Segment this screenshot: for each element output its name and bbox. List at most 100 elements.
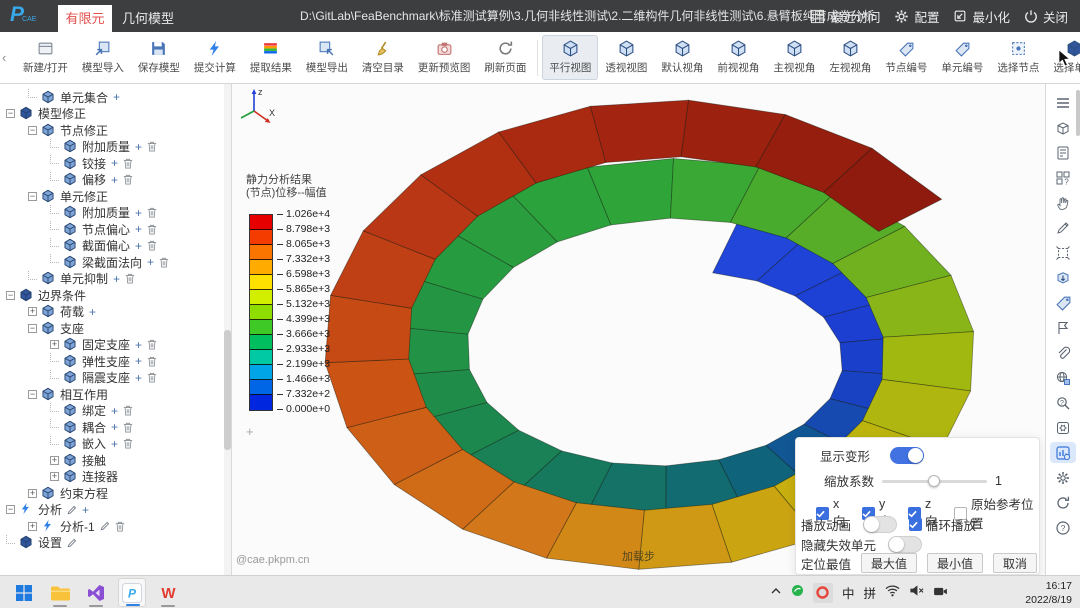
- collapse-box-icon[interactable]: −: [6, 505, 15, 515]
- titlebar-action-minimize[interactable]: 最小化: [953, 7, 1010, 26]
- min-value-button[interactable]: 最小值: [927, 553, 984, 573]
- tree-item-隔震支座[interactable]: 隔震支座 +: [0, 369, 231, 387]
- paperclip-icon[interactable]: [1050, 342, 1076, 363]
- add-icon[interactable]: +: [135, 206, 142, 220]
- titlebar-action-gear[interactable]: 配置: [894, 7, 939, 26]
- delete-icon[interactable]: [123, 405, 133, 416]
- tag-icon[interactable]: [1050, 292, 1076, 313]
- expand-box-icon[interactable]: +: [28, 488, 37, 498]
- taskbar-app-pcae[interactable]: P: [118, 578, 146, 607]
- tree-item-梁截面法向[interactable]: 梁截面法向 +: [0, 254, 231, 271]
- box-gear-icon[interactable]: [1050, 417, 1076, 438]
- titlebar-action-power[interactable]: 关闭: [1024, 7, 1068, 26]
- add-icon[interactable]: +: [135, 371, 142, 385]
- toolbar-button-model-export[interactable]: 模型导出: [299, 35, 355, 80]
- viewport-3d[interactable]: z X 静力分析结果 (节点)位移--幅值 1.026e+4 8.798e+3 8.…: [232, 84, 1045, 575]
- chevron-up-icon[interactable]: [770, 584, 782, 602]
- toolbar-button-bolt[interactable]: 提交计算: [187, 35, 243, 80]
- tree-item-节点修正[interactable]: − 节点修正: [0, 122, 231, 139]
- add-icon[interactable]: +: [135, 222, 142, 236]
- delete-icon[interactable]: [125, 273, 135, 284]
- play-animation-toggle[interactable]: [863, 516, 898, 533]
- titlebar-action-grid[interactable]: 最近访问: [810, 7, 880, 26]
- marquee-select-icon[interactable]: [1050, 242, 1076, 263]
- tree-item-边界条件[interactable]: − 边界条件: [0, 287, 231, 304]
- taskbar-app-file-explorer[interactable]: [46, 578, 74, 607]
- tab-fea[interactable]: 有限元: [58, 5, 112, 32]
- tree-item-偏移[interactable]: 偏移 +: [0, 171, 231, 189]
- add-icon[interactable]: +: [113, 272, 120, 286]
- browser-icon[interactable]: [812, 582, 833, 603]
- tree-item-荷载[interactable]: + 荷载 +: [0, 304, 231, 321]
- toolbar-button-cube[interactable]: 前视视角: [710, 35, 766, 80]
- tree-item-单元修正[interactable]: − 单元修正: [0, 188, 231, 205]
- taskbar-app-windows-start[interactable]: [10, 578, 38, 607]
- toolbar-scroll-left-icon[interactable]: ‹: [2, 50, 6, 65]
- camera-tray-icon[interactable]: [933, 584, 948, 602]
- tree-item-连接器[interactable]: + 连接器: [0, 469, 231, 486]
- delete-icon[interactable]: [123, 174, 133, 185]
- refresh-circle-icon[interactable]: [1050, 492, 1076, 513]
- hide-failed-toggle[interactable]: [888, 536, 923, 553]
- show-deform-toggle[interactable]: [890, 447, 925, 464]
- add-icon[interactable]: +: [111, 437, 118, 451]
- right-toolbar-scroll-thumb[interactable]: [1076, 90, 1080, 136]
- collapse-box-icon[interactable]: −: [28, 389, 37, 399]
- toolbar-button-rainbow[interactable]: 提取结果: [243, 35, 299, 80]
- tree-item-绑定[interactable]: 绑定 +: [0, 402, 231, 420]
- cancel-button[interactable]: 取消: [993, 553, 1038, 573]
- add-icon[interactable]: +: [111, 404, 118, 418]
- toolbar-button-broom[interactable]: 清空目录: [355, 35, 411, 80]
- edit-icon[interactable]: [100, 521, 110, 531]
- tree-item-弹性支座[interactable]: 弹性支座 +: [0, 353, 231, 370]
- collapse-box-icon[interactable]: −: [6, 290, 15, 300]
- green-status-icon[interactable]: [791, 584, 804, 602]
- menu-icon[interactable]: [1050, 92, 1076, 113]
- tree-item-设置[interactable]: 设置: [0, 534, 231, 552]
- max-value-button[interactable]: 最大值: [861, 553, 918, 573]
- toolbar-button-save[interactable]: 保存模型: [131, 35, 187, 80]
- taskbar-app-wps[interactable]: W: [154, 578, 182, 607]
- toolbar-button-refresh[interactable]: 刷新页面: [477, 35, 533, 80]
- ime-mode-icon[interactable]: 拼: [863, 583, 876, 603]
- grid-query-icon[interactable]: ?: [1050, 167, 1076, 188]
- add-icon[interactable]: +: [111, 173, 118, 187]
- tree-item-单元抑制[interactable]: 单元抑制 +: [0, 270, 231, 288]
- add-icon[interactable]: +: [135, 338, 142, 352]
- gear-icon[interactable]: [1050, 467, 1076, 488]
- tree-item-固定支座[interactable]: + 固定支座 +: [0, 337, 231, 354]
- add-icon[interactable]: +: [111, 156, 118, 170]
- edit-icon[interactable]: [67, 538, 77, 548]
- toolbar-button-cube[interactable]: 主视视角: [766, 35, 822, 80]
- collapse-box-icon[interactable]: −: [6, 109, 15, 119]
- tree-scrollbar[interactable]: [224, 84, 231, 575]
- toolbar-button-cube[interactable]: 左视视角: [822, 35, 878, 80]
- toolbar-button-camera[interactable]: 更新预览图: [411, 35, 478, 80]
- search-query-icon[interactable]: ?: [1050, 392, 1076, 413]
- flag-icon[interactable]: [1050, 317, 1076, 338]
- edit-icon[interactable]: [67, 505, 77, 515]
- add-icon[interactable]: +: [135, 354, 142, 368]
- toolbar-button-model-import[interactable]: 模型导入: [75, 35, 131, 80]
- toolbar-button-cube[interactable]: 默认视角: [654, 35, 710, 80]
- globe-cube-icon[interactable]: [1050, 367, 1076, 388]
- delete-icon[interactable]: [123, 422, 133, 433]
- taskbar-app-visual-studio[interactable]: [82, 578, 110, 607]
- toolbar-button-tag[interactable]: 单元编号: [934, 35, 990, 80]
- toolbar-button-app-window[interactable]: 新建/打开: [16, 35, 75, 80]
- toolbar-button-select-node[interactable]: 选择节点: [990, 35, 1046, 80]
- tree-item-截面偏心[interactable]: 截面偏心 +: [0, 237, 231, 255]
- delete-icon[interactable]: [159, 257, 169, 268]
- tree-scrollbar-thumb[interactable]: [224, 330, 231, 450]
- expand-box-icon[interactable]: +: [28, 307, 37, 317]
- loop-play-checkbox[interactable]: 循环播放: [909, 515, 976, 534]
- add-icon[interactable]: +: [82, 503, 89, 517]
- delete-icon[interactable]: [123, 438, 133, 449]
- delete-icon[interactable]: [115, 521, 125, 532]
- hand-icon[interactable]: [1050, 192, 1076, 213]
- toolbar-button-cube[interactable]: 透视视图: [598, 35, 654, 80]
- tree-item-嵌入[interactable]: 嵌入 +: [0, 435, 231, 453]
- tree-item-耦合[interactable]: 耦合 +: [0, 419, 231, 436]
- delete-icon[interactable]: [147, 356, 157, 367]
- toolbar-button-tag[interactable]: 节点编号: [878, 35, 934, 80]
